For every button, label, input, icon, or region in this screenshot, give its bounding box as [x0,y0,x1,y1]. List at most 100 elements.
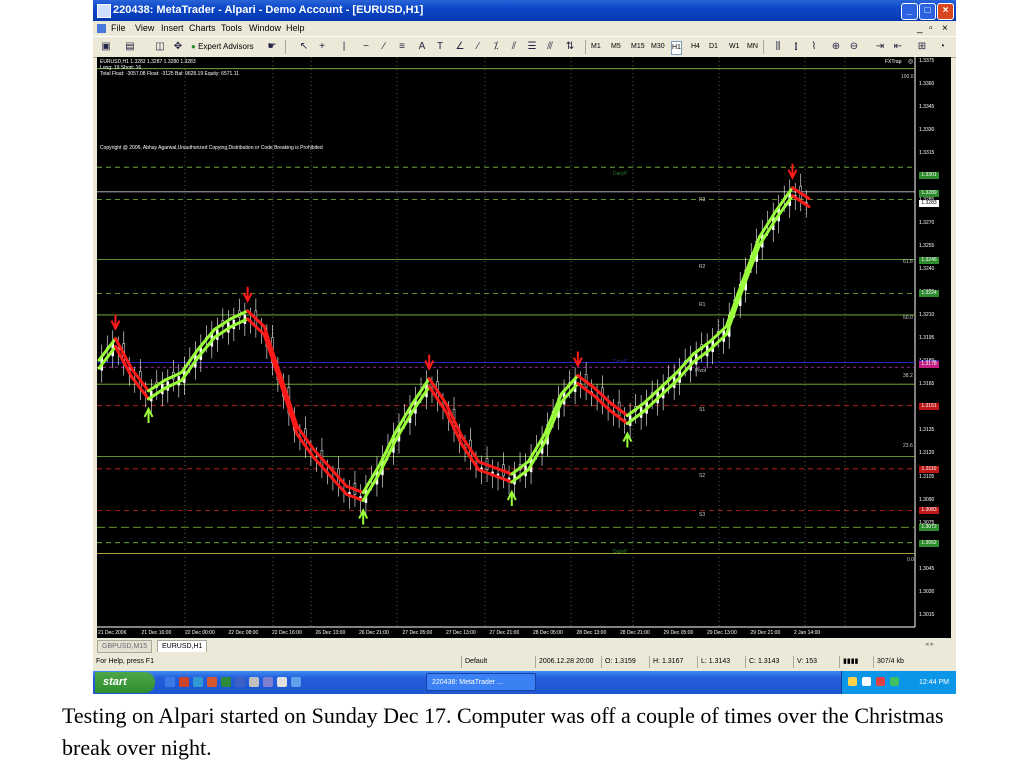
auto-scroll-icon[interactable]: ⇥ [873,40,887,54]
price-level-box: 1.3178 [919,361,939,369]
quicklaunch-office-icon[interactable] [207,677,217,687]
cursor-icon[interactable]: ↖ [297,40,311,54]
timeframe-m30[interactable]: M30 [651,40,665,54]
timeframe-mn[interactable]: MN [747,40,758,54]
time-tick-label: 26 Dec 13:00 [315,630,346,636]
bar-chart-icon[interactable]: ⫼ [771,40,785,54]
new-chart-icon[interactable]: ▣ [99,40,113,54]
expert-advisors-button[interactable]: ● Expert Advisors [191,40,263,54]
pivot-label: Pivot [695,368,707,374]
fibo-fan-icon[interactable]: ∠ [453,40,467,54]
title-bar[interactable]: 220438: MetaTrader - Alpari - Demo Accou… [93,0,956,21]
menu-view[interactable]: View [135,21,154,36]
menu-window[interactable]: Window [249,21,281,36]
quicklaunch-app-icon[interactable] [179,677,189,687]
crosshair-icon[interactable]: + [315,40,329,54]
quicklaunch-desktop-icon[interactable] [165,677,175,687]
maximize-button[interactable]: □ [919,3,936,20]
quicklaunch-messenger-icon[interactable] [277,677,287,687]
vertical-line-icon[interactable]: | [337,40,351,54]
status-bar: For Help, press F1 Default 2006.12.28 20… [93,655,956,670]
timeframe-h4[interactable]: H4 [691,40,700,54]
price-tick-label: 1.3015 [919,612,935,618]
dailyp-top-label: DailyP [613,171,628,177]
quicklaunch-media-icon[interactable] [263,677,273,687]
quicklaunch-excel-icon[interactable] [221,677,231,687]
timeframe-m5[interactable]: M5 [611,40,621,54]
menu-file[interactable]: File [111,21,126,36]
sell-arrow-icon [110,314,121,331]
terminal-icon[interactable]: ✥ [171,40,185,54]
start-button[interactable]: start [95,672,155,693]
tray-security-icon[interactable] [876,677,885,686]
price-chart[interactable]: EURUSD,H1 1.3283 1.3287 1.3280 1.3283 Lo… [97,57,951,638]
text-label-icon[interactable]: T [433,40,447,54]
timeframe-m15[interactable]: M15 [631,40,645,54]
tray-update-icon[interactable] [890,677,899,686]
time-tick-label: 29 Dec 21:00 [750,630,781,636]
taskbar-metatrader-task[interactable]: 220438: MetaTrader ... [426,673,536,691]
price-level-box: 1.3110 [919,465,939,473]
mdi-restore-button[interactable]: ▫ [929,21,933,36]
zoom-out-icon[interactable]: ⊖ [847,40,861,54]
periods-icon[interactable]: ◔ [935,40,949,54]
fibo-channel-icon[interactable]: ⫻ [543,40,557,54]
price-tick-label: 1.3105 [919,473,935,480]
price-level-box: 1.3224 [919,290,939,298]
fib-236-label: 23.6 [903,443,913,449]
zoom-in-icon[interactable]: ⊕ [829,40,843,54]
status-open: O: 1.3159 [601,656,636,668]
pitchfork-icon[interactable]: ⫽ [507,40,521,54]
price-tick-label: 1.3120 [919,450,935,457]
tab-eurusd-h1[interactable]: EURUSD,H1 [157,640,208,652]
fibo-retracement-icon[interactable]: ☰ [525,40,539,54]
toolbar: ▣ ▤ ◫ ✥ ● Expert Advisors ☛ ↖ + | − ∕ ≡ … [93,36,956,58]
r3-label: R3 [699,197,706,203]
timeframe-d1[interactable]: D1 [709,40,718,54]
line-chart-icon[interactable]: ⌇ [807,40,821,54]
horizontal-line-icon[interactable]: − [359,40,373,54]
tab-scroll-arrows[interactable]: ◂ ▸ [925,640,934,648]
minimize-button[interactable]: _ [901,3,918,20]
timeframe-m1[interactable]: M1 [591,40,601,54]
trendline-icon[interactable]: ∕ [377,40,391,54]
gann-fan-icon[interactable]: ⁄ [471,40,485,54]
quicklaunch-browser-icon[interactable] [193,677,203,687]
chart-shift-icon[interactable]: ⇤ [891,40,905,54]
taskbar-clock: 12:44 PM [919,679,949,686]
tray-network-icon[interactable] [862,677,871,686]
mdi-close-button[interactable]: × [942,21,948,36]
candlestick-icon[interactable]: ⫾ [789,40,803,54]
menu-insert[interactable]: Insert [161,21,184,36]
menu-charts[interactable]: Charts [189,21,216,36]
chart-copyright: Copyright @ 2006, Abhay Agarwal,Unauthor… [100,145,323,151]
indicator-settings-icon[interactable]: ◎ [908,58,913,65]
toolbar-separator [285,40,286,54]
quicklaunch-network-icon[interactable] [291,677,301,687]
time-tick-label: 21 Dec 16:00 [141,630,172,636]
fibo-arcs-icon[interactable]: ⁒ [489,40,503,54]
price-tick-label: 1.3240 [919,265,935,272]
time-tick-label: 22 Dec 16:00 [272,630,302,636]
price-tick-label: 1.3270 [919,219,935,226]
app-icon [97,4,111,18]
equidistant-channel-icon[interactable]: ≡ [395,40,409,54]
tray-help-icon[interactable] [848,677,857,686]
arrows-dropdown-icon[interactable]: ⇅ [563,40,577,54]
text-icon[interactable]: A [415,40,429,54]
mdi-minimize-button[interactable]: _ [917,21,923,36]
close-button[interactable]: × [937,3,954,20]
quicklaunch-word-icon[interactable] [235,677,245,687]
sell-arrow-icon [424,354,435,371]
menu-help[interactable]: Help [286,21,305,36]
timeframe-h1[interactable]: H1 [671,41,682,55]
metatrader-window: 220438: MetaTrader - Alpari - Demo Accou… [93,0,956,694]
indicators-icon[interactable]: ⊞ [915,40,929,54]
new-order-icon[interactable]: ☛ [265,40,279,54]
navigator-icon[interactable]: ◫ [153,40,167,54]
tab-gbpusd-m15[interactable]: GBPUSD,M15 [97,640,153,653]
quicklaunch-folder-icon[interactable] [249,677,259,687]
menu-tools[interactable]: Tools [221,21,242,36]
timeframe-w1[interactable]: W1 [729,40,740,54]
profiles-icon[interactable]: ▤ [123,40,137,54]
